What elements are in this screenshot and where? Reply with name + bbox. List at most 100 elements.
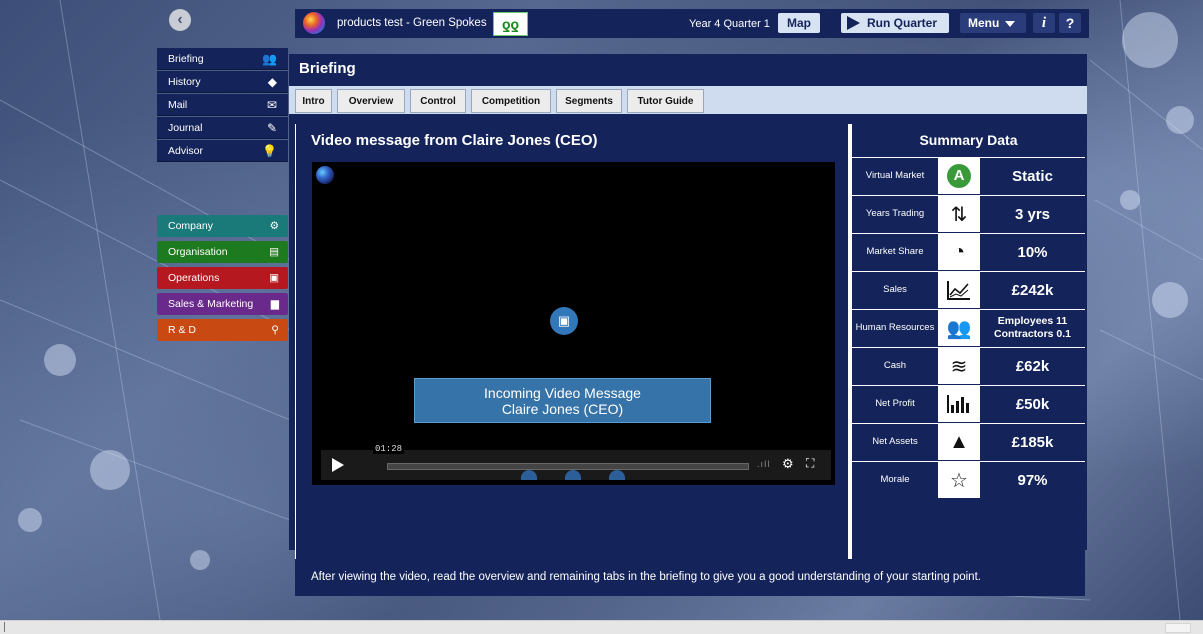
map-button[interactable]: Map <box>778 13 820 33</box>
play-icon[interactable] <box>332 458 344 472</box>
sidebar-item-label: Briefing <box>168 52 204 65</box>
summary-label: Morale <box>880 474 910 485</box>
incoming-video-message[interactable]: Incoming Video Message Claire Jones (CEO… <box>414 378 711 423</box>
summary-value: 3 yrs <box>1014 205 1051 223</box>
gears-icon: ⚙ <box>269 220 279 232</box>
sidebar-item-sales-marketing[interactable]: Sales & Marketing ▆ <box>157 293 288 315</box>
sidebar-item-organisation[interactable]: Organisation ▤ <box>157 241 288 263</box>
sidebar-item-operations[interactable]: Operations ▣ <box>157 267 288 289</box>
summary-title: Summary Data <box>919 132 1018 148</box>
sidebar-item-label: History <box>168 75 201 88</box>
summary-label: Net Assets <box>872 436 918 447</box>
simulation-title: products test - Green Spokes <box>337 17 487 29</box>
help-button[interactable]: ? <box>1059 13 1081 33</box>
video-player[interactable]: ▣ Incoming Video Message Claire Jones (C… <box>312 162 835 485</box>
camera-icon[interactable] <box>609 470 625 480</box>
volume-icon[interactable]: .ıIl <box>757 459 771 469</box>
chevron-down-icon <box>1005 20 1016 27</box>
status-divider <box>4 622 5 632</box>
summary-label: Cash <box>883 360 907 371</box>
sidebar-item-label: R & D <box>168 324 197 336</box>
pie-icon: ◔ <box>938 234 980 270</box>
lamp-icon: ⚲ <box>271 324 279 336</box>
tab-tutor-guide[interactable]: Tutor Guide <box>627 89 704 113</box>
people-icon: 👥 <box>938 310 980 346</box>
play-icon <box>847 16 860 30</box>
back-button[interactable]: ‹ <box>169 9 191 31</box>
sidebar-item-label: Operations <box>168 272 220 284</box>
briefing-instructions: After viewing the video, read the overvi… <box>295 559 1085 596</box>
truck-icon: ▣ <box>269 272 279 284</box>
summary-label: Virtual Market <box>865 170 925 181</box>
star-icon: ☆ <box>938 462 980 498</box>
tab-segments[interactable]: Segments <box>556 89 622 113</box>
video-seek-bar[interactable] <box>387 463 749 470</box>
lightbulb-icon: 💡 <box>262 143 277 158</box>
tab-bar: Intro Overview Control Competition Segme… <box>289 86 1087 114</box>
page-title: Briefing <box>299 60 356 77</box>
video-logo-icon <box>316 166 334 184</box>
sidebar-item-label: Organisation <box>168 246 228 258</box>
summary-value: £50k <box>1015 395 1050 413</box>
fullscreen-icon[interactable]: ⛶ <box>806 456 814 471</box>
summary-row-sales: Sales £242k <box>852 271 1085 308</box>
briefing-content: Video message from Claire Jones (CEO) ▣ … <box>295 124 1085 596</box>
sidebar-item-briefing[interactable]: Briefing 👥 <box>157 48 288 70</box>
summary-value: £185k <box>1011 433 1054 451</box>
video-message-icon: ▣ <box>550 307 578 335</box>
sidebar-item-mail[interactable]: Mail ✉ <box>157 94 288 116</box>
clipboard-icon: ▤ <box>269 246 279 258</box>
microphone-icon[interactable] <box>565 470 581 480</box>
video-controls: 01:28 .ıIl ⚙ ⛶ <box>321 444 831 480</box>
video-message-line1: Incoming Video Message <box>484 385 641 401</box>
summary-label: Years Trading <box>865 208 925 219</box>
video-section: Video message from Claire Jones (CEO) ▣ … <box>296 124 848 559</box>
summary-label: Human Resources <box>855 322 935 333</box>
rewind-icon[interactable] <box>521 470 537 480</box>
tab-control[interactable]: Control <box>410 89 466 113</box>
sidebar-item-history[interactable]: History ◆ <box>157 71 288 93</box>
briefing-panel: Briefing Intro Overview Control Competit… <box>289 54 1087 596</box>
line-chart-icon <box>938 272 980 308</box>
summary-row-cash: Cash ≋ £62k <box>852 347 1085 384</box>
summary-row-morale: Morale ☆ 97% <box>852 461 1085 498</box>
info-button[interactable]: i <box>1033 13 1055 33</box>
cycle-arrows-icon: ⇅ <box>938 196 980 232</box>
tab-overview[interactable]: Overview <box>337 89 405 113</box>
summary-label: Net Profit <box>875 398 915 409</box>
tab-intro[interactable]: Intro <box>295 89 332 113</box>
resize-handle[interactable] <box>1165 623 1191 633</box>
sidebar-item-journal[interactable]: Journal ✎ <box>157 117 288 139</box>
pyramid-icon: ▲ <box>938 424 980 460</box>
menu-button[interactable]: Menu <box>960 13 1026 33</box>
tab-competition[interactable]: Competition <box>471 89 551 113</box>
quarter-indicator: Year 4 Quarter 1 <box>689 18 770 30</box>
sidebar-item-label: Advisor <box>168 144 204 157</box>
summary-row-market-share: Market Share ◔ 10% <box>852 233 1085 270</box>
summary-value: Employees 11 Contractors 0.1 <box>993 315 1072 340</box>
green-spokes-logo-icon: ƍƍ <box>493 12 528 36</box>
summary-row-human-resources: Human Resources 👥 Employees 11 Contractor… <box>852 309 1085 346</box>
summary-label: Sales <box>883 284 907 295</box>
summary-value: £62k <box>1015 357 1050 375</box>
sidebar-item-rnd[interactable]: R & D ⚲ <box>157 319 288 341</box>
sidebar-item-label: Sales & Marketing <box>168 298 254 310</box>
sidebar-primary-nav: Briefing 👥 History ◆ Mail ✉ Journal ✎ Adviso… <box>157 48 288 163</box>
sidebar-item-advisor[interactable]: Advisor 💡 <box>157 140 288 162</box>
coins-icon: ≋ <box>938 348 980 384</box>
top-bar: products test - Green Spokes ƍƍ Year 4 Q… <box>295 9 1089 38</box>
sidebar-item-company[interactable]: Company ⚙ <box>157 215 288 237</box>
team-icon: 👥 <box>262 51 277 66</box>
video-time: 01:28 <box>373 444 405 454</box>
grade-a-icon: A <box>938 158 980 194</box>
video-message-line2: Claire Jones (CEO) <box>501 401 624 417</box>
sidebar-item-label: Mail <box>168 98 188 111</box>
status-bar <box>0 620 1203 634</box>
bar-chart-icon: ▆ <box>270 298 279 310</box>
run-quarter-button[interactable]: Run Quarter <box>841 13 949 33</box>
summary-row-virtual-market: Virtual Market A Static <box>852 157 1085 194</box>
gear-icon[interactable]: ⚙ <box>782 456 794 472</box>
summary-value: £242k <box>1011 281 1054 299</box>
company-logo-icon <box>303 12 325 34</box>
summary-value: Static <box>1012 167 1053 185</box>
